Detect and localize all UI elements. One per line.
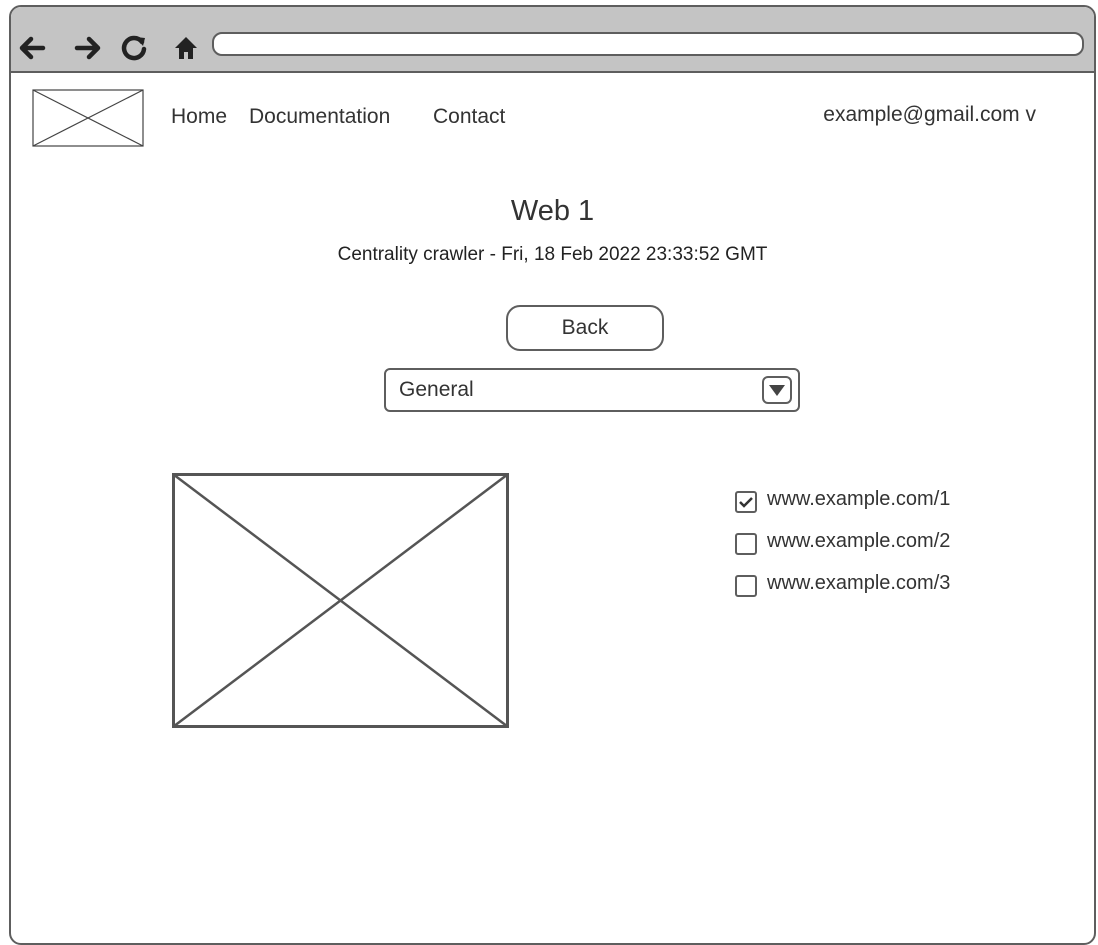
url-option-label: www.example.com/2 [767,530,951,552]
page-subtitle: Centrality crawler - Fri, 18 Feb 2022 23… [337,244,768,265]
forward-arrow-icon[interactable] [73,33,103,63]
logo-placeholder [32,89,144,147]
dropdown-arrow-icon[interactable] [762,376,792,404]
nav-contact-link[interactable]: Contact [433,105,505,129]
back-arrow-icon[interactable] [17,33,47,63]
checkbox-checked[interactable] [735,491,757,513]
checkbox-unchecked[interactable] [735,533,757,555]
address-bar[interactable] [212,32,1084,56]
nav-home-link[interactable]: Home [171,105,227,129]
page-title: Web 1 [510,195,595,227]
graph-image-placeholder [172,473,509,728]
url-option-label: www.example.com/3 [767,572,951,594]
home-icon[interactable] [171,33,201,63]
dropdown-selected-value: General [399,378,474,401]
browser-window: Home Documentation Contact example@gmail… [9,5,1096,945]
browser-toolbar [11,7,1094,73]
nav-documentation-link[interactable]: Documentation [249,105,390,129]
reload-icon[interactable] [119,33,149,63]
user-account-menu[interactable]: example@gmail.com v [823,103,1036,127]
checkbox-unchecked[interactable] [735,575,757,597]
url-option-label: www.example.com/1 [767,488,951,510]
category-dropdown[interactable]: General [384,368,800,412]
back-button[interactable]: Back [506,305,664,351]
